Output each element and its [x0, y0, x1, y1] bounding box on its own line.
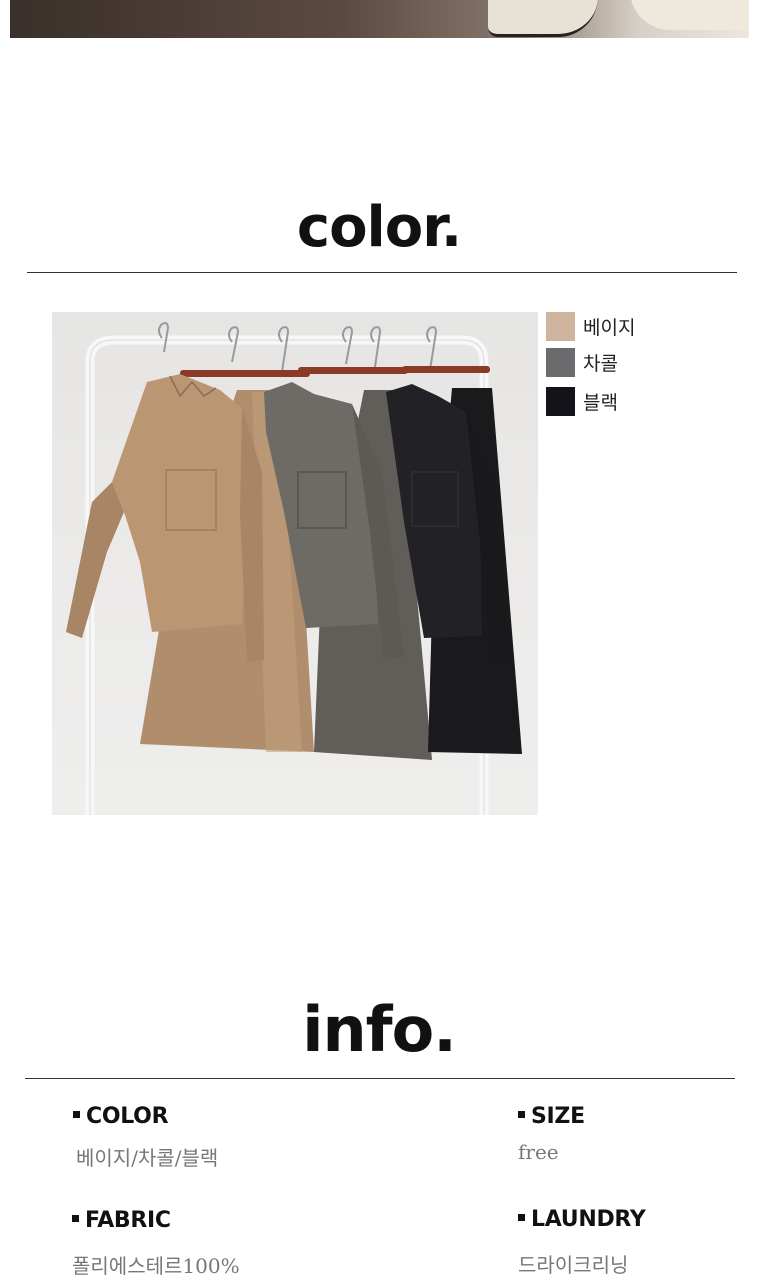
clothing-rack-illustration	[66, 322, 522, 815]
shoe-shape	[488, 0, 598, 37]
black-swatch-chip	[546, 387, 575, 416]
info-value-laundry: 드라이크리닝	[518, 1253, 629, 1277]
swatch-black[interactable]: 블랙	[546, 387, 618, 416]
info-key-label: LAUNDRY	[531, 1207, 646, 1232]
info-key-label: SIZE	[531, 1104, 585, 1129]
info-key-label: FABRIC	[85, 1208, 171, 1233]
product-photo	[52, 312, 538, 815]
info-key-size: SIZE	[518, 1104, 585, 1129]
info-key-fabric: FABRIC	[72, 1208, 171, 1233]
color-divider	[27, 272, 737, 273]
info-divider	[25, 1078, 735, 1079]
info-value-color: 베이지/차콜/블랙	[76, 1146, 219, 1170]
beige-swatch-chip	[546, 312, 575, 341]
swatch-label: 베이지	[583, 317, 636, 339]
swatch-label: 블랙	[583, 392, 618, 414]
info-key-label: COLOR	[86, 1104, 169, 1129]
bullet-icon	[518, 1213, 525, 1221]
bullet-icon	[73, 1110, 80, 1118]
swatch-label: 차콜	[583, 353, 618, 375]
bullet-icon	[518, 1110, 525, 1118]
info-value-size: free	[518, 1140, 559, 1164]
previous-photo-strip	[10, 0, 749, 38]
info-key-laundry: LAUNDRY	[518, 1207, 646, 1232]
charcoal-swatch-chip	[546, 348, 575, 377]
bullet-icon	[72, 1214, 79, 1222]
info-section-title: info.	[302, 993, 457, 1066]
info-key-color: COLOR	[73, 1104, 169, 1129]
shoe-shape	[630, 0, 749, 30]
color-section-title: color.	[296, 195, 462, 260]
swatch-charcoal[interactable]: 차콜	[546, 348, 618, 377]
info-value-fabric: 폴리에스테르100%	[72, 1254, 240, 1278]
swatch-beige[interactable]: 베이지	[546, 312, 635, 341]
